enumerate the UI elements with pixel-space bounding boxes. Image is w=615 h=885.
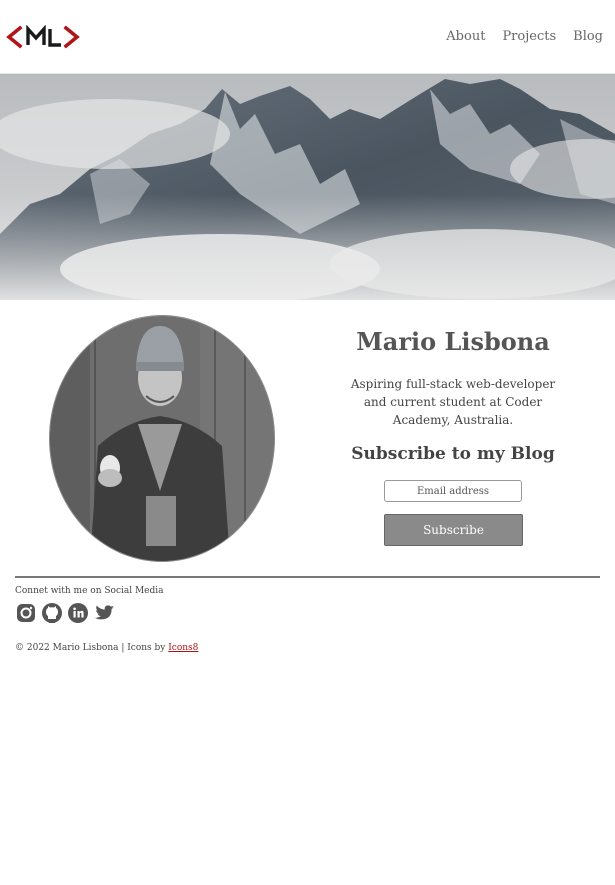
footer-credits: © 2022 Mario Lisbona | Icons by Icons8	[15, 643, 198, 653]
site-header: About Projects Blog	[0, 0, 615, 74]
social-label: Connet with me on Social Media	[15, 586, 164, 596]
nav-about-link[interactable]: About	[446, 29, 485, 45]
hero-banner-image	[0, 74, 615, 300]
site-logo[interactable]	[6, 24, 80, 49]
nav-projects-link[interactable]: Projects	[502, 29, 556, 45]
nav-blog-link[interactable]: Blog	[573, 29, 603, 45]
instagram-icon[interactable]	[15, 602, 37, 624]
subscribe-heading: Subscribe to my Blog	[351, 444, 555, 464]
linkedin-icon[interactable]	[67, 602, 89, 624]
profile-name: Mario Lisbona	[356, 327, 550, 356]
copyright-text: © 2022 Mario Lisbona | Icons by	[15, 643, 166, 653]
social-links	[15, 602, 115, 624]
twitter-icon[interactable]	[93, 602, 115, 624]
profile-photo	[49, 315, 275, 562]
subscribe-button[interactable]: Subscribe	[384, 514, 523, 546]
profile-tagline: Aspiring full-stack web-developer and cu…	[350, 377, 556, 427]
icons8-link[interactable]: Icons8	[168, 643, 198, 653]
github-icon[interactable]	[41, 602, 63, 624]
logo-icon	[6, 24, 80, 49]
main-nav: About Projects Blog	[446, 29, 603, 45]
email-field[interactable]	[384, 480, 522, 502]
footer-divider	[15, 576, 600, 578]
